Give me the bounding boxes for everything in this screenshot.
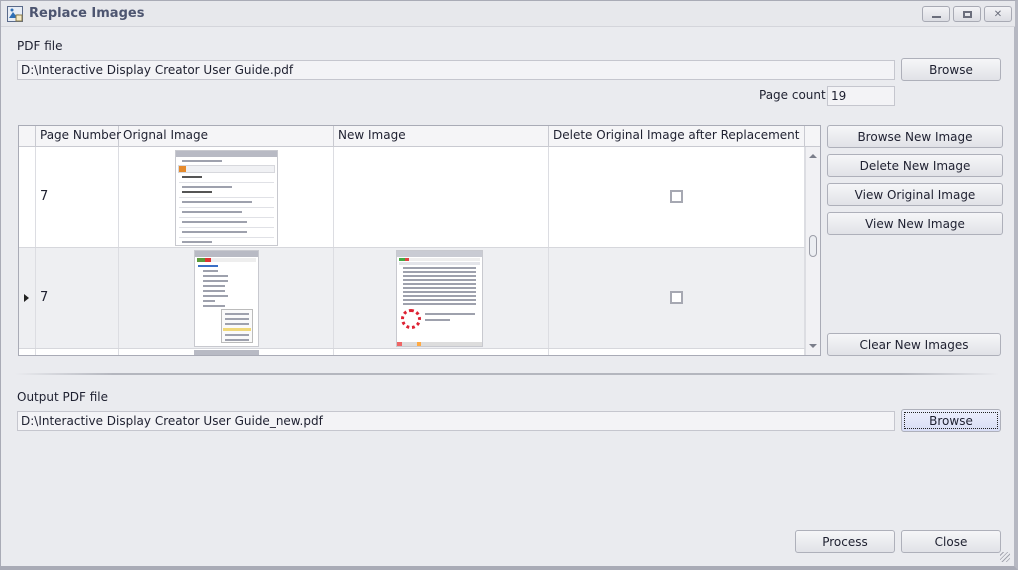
current-row-arrow-icon <box>24 294 29 302</box>
close-button[interactable]: Close <box>901 530 1001 553</box>
output-pdf-label: Output PDF file <box>17 390 108 404</box>
column-header-page-number[interactable]: Page Number <box>36 126 121 147</box>
pdf-browse-button[interactable]: Browse <box>901 58 1001 81</box>
view-new-image-label: View New Image <box>865 216 965 231</box>
delete-new-image-label: Delete New Image <box>859 158 971 173</box>
pdf-file-input[interactable]: D:\Interactive Display Creator User Guid… <box>17 60 895 80</box>
table-row[interactable]: 7 <box>19 248 805 349</box>
new-image-thumbnail <box>396 250 483 347</box>
close-window-button[interactable]: ✕ <box>984 6 1012 22</box>
scrollbar-thumb[interactable] <box>809 235 817 257</box>
page-number: 7 <box>40 290 49 305</box>
grid-header: Page Number Orignal Image New Image Dele… <box>19 126 820 147</box>
original-image-thumbnail <box>194 250 259 347</box>
table-row[interactable]: 7 <box>19 147 805 248</box>
images-grid: Page Number Orignal Image New Image Dele… <box>18 125 821 356</box>
minimize-button[interactable] <box>922 6 950 22</box>
delete-original-cell[interactable] <box>549 248 805 348</box>
delete-original-checkbox[interactable] <box>670 190 683 203</box>
original-image-thumbnail <box>194 350 259 355</box>
section-divider <box>15 373 999 375</box>
clear-new-images-button[interactable]: Clear New Images <box>827 333 1001 356</box>
scroll-down-arrow-icon[interactable] <box>809 344 817 348</box>
title-bar: Replace Images ✕ <box>1 1 1015 27</box>
row-indicator-cell <box>19 147 36 247</box>
original-image-cell[interactable] <box>119 248 334 348</box>
replace-images-dialog: Replace Images ✕ PDF file D:\Interactive… <box>0 0 1018 570</box>
maximize-icon <box>962 10 972 18</box>
replace-images-icon <box>7 6 23 22</box>
close-icon: ✕ <box>993 8 1003 20</box>
resize-grip-icon[interactable] <box>1000 552 1010 562</box>
new-image-cell[interactable] <box>334 147 549 247</box>
delete-original-checkbox[interactable] <box>670 291 683 304</box>
process-label: Process <box>822 534 868 549</box>
process-button[interactable]: Process <box>795 530 895 553</box>
original-image-thumbnail <box>175 150 278 246</box>
row-indicator-header <box>19 126 36 147</box>
pdf-file-label: PDF file <box>17 39 63 53</box>
original-image-cell[interactable] <box>119 147 334 247</box>
delete-original-cell[interactable] <box>549 147 805 247</box>
page-number-cell <box>36 349 119 355</box>
page-number-cell[interactable]: 7 <box>36 248 119 348</box>
column-header-new-image[interactable]: New Image <box>334 126 549 147</box>
minimize-icon <box>931 15 941 18</box>
pdf-browse-label: Browse <box>929 62 973 77</box>
page-count-field[interactable]: 19 <box>827 86 895 106</box>
page-number-cell[interactable]: 7 <box>36 147 119 247</box>
clear-new-images-label: Clear New Images <box>859 337 969 352</box>
column-header-delete-original[interactable]: Delete Original Image after Replacement <box>549 126 805 147</box>
browse-new-image-label: Browse New Image <box>857 129 973 144</box>
page-number: 7 <box>40 189 49 204</box>
table-row[interactable] <box>19 349 805 355</box>
row-indicator-cell <box>19 349 36 355</box>
output-browse-button[interactable]: Browse <box>901 409 1001 432</box>
output-pdf-input[interactable]: D:\Interactive Display Creator User Guid… <box>17 411 895 431</box>
original-image-cell <box>119 349 334 355</box>
delete-new-image-button[interactable]: Delete New Image <box>827 154 1003 177</box>
close-label: Close <box>934 534 968 549</box>
focus-ring <box>904 412 998 429</box>
view-new-image-button[interactable]: View New Image <box>827 212 1003 235</box>
page-count-label: Page count <box>759 88 826 102</box>
view-original-image-button[interactable]: View Original Image <box>827 183 1003 206</box>
window-title: Replace Images <box>29 6 145 21</box>
maximize-button[interactable] <box>953 6 981 22</box>
delete-original-cell <box>549 349 805 355</box>
view-original-image-label: View Original Image <box>854 187 976 202</box>
new-image-cell[interactable] <box>334 248 549 348</box>
new-image-cell <box>334 349 549 355</box>
column-header-original-image[interactable]: Orignal Image <box>119 126 334 147</box>
browse-new-image-button[interactable]: Browse New Image <box>827 125 1003 148</box>
scroll-up-arrow-icon[interactable] <box>809 154 817 158</box>
grid-vertical-scrollbar[interactable] <box>805 147 820 355</box>
row-indicator-cell <box>19 248 36 348</box>
